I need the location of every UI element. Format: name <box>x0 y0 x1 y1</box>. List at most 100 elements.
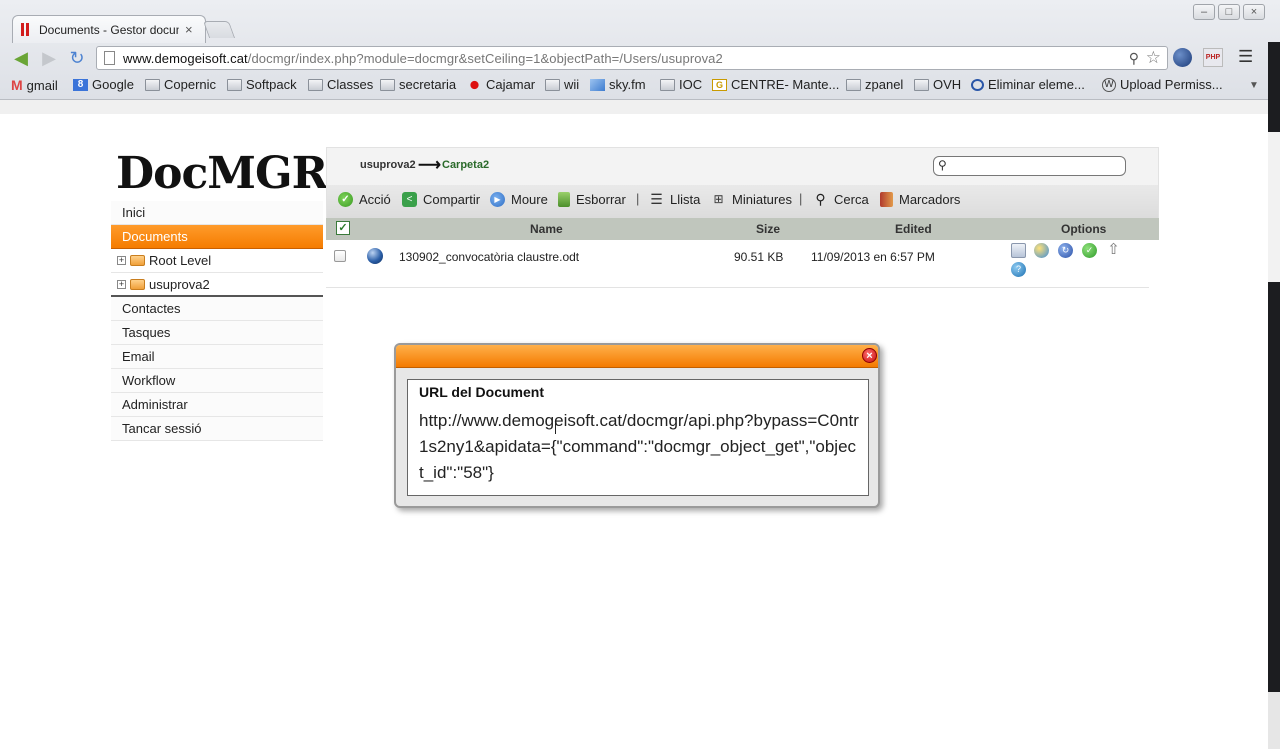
breadcrumb-carpeta2[interactable]: Carpeta2 <box>442 159 489 171</box>
tab-close-icon[interactable]: × <box>185 22 193 37</box>
folder-icon <box>380 78 395 91</box>
tree-item-root-level[interactable]: + Root Level <box>111 249 323 273</box>
new-tab-button[interactable] <box>202 21 236 38</box>
sidebar-item-inici[interactable]: Inici <box>111 201 323 225</box>
sky-icon <box>590 78 605 91</box>
centre-icon: G <box>712 78 727 91</box>
bookmark-skyfm[interactable]: sky.fm <box>590 77 646 92</box>
bookmark-softpack[interactable]: Softpack <box>227 77 297 92</box>
expand-icon[interactable]: + <box>117 256 126 265</box>
desktop-edge <box>1268 42 1280 749</box>
search-box[interactable]: ⚲ <box>933 156 1126 176</box>
column-name[interactable]: Name <box>530 222 563 236</box>
folder-icon <box>660 78 675 91</box>
bookmark-ioc[interactable]: IOC <box>660 77 702 92</box>
address-bar[interactable]: www.demogeisoft.cat/docmgr/index.php?mod… <box>96 46 1168 70</box>
marcadors-button[interactable]: Marcadors <box>880 192 960 207</box>
search-input[interactable] <box>952 159 1120 173</box>
cerca-button[interactable]: ⚲ Cerca <box>813 192 868 208</box>
bookmark-ovh[interactable]: OVH <box>914 77 961 92</box>
bookmark-zpanel[interactable]: zpanel <box>846 77 903 92</box>
moure-button[interactable]: ▶ Moure <box>490 192 548 207</box>
tree-item-label: usuprova2 <box>149 276 210 292</box>
action-toolbar: ✓ Acció < Compartir ▶ Moure Esborrar | ☰ Lli… <box>326 185 1159 218</box>
back-arrow-icon[interactable]: ◀ <box>10 47 32 69</box>
bookmark-secretaria[interactable]: secretaria <box>380 77 456 92</box>
accio-button[interactable]: ✓ Acció <box>338 192 391 207</box>
approve-icon[interactable]: ✓ <box>1082 243 1097 258</box>
bookmarks-overflow-chevron-icon[interactable]: ▼ <box>1249 80 1259 91</box>
info-icon[interactable]: ? <box>1011 262 1026 277</box>
tree-item-usuprova2[interactable]: + usuprova2 <box>111 273 323 297</box>
docmgr-logo: DocMGR <box>116 148 328 199</box>
folder-icon <box>130 278 145 290</box>
marcadors-label: Marcadors <box>899 192 961 207</box>
view-icon[interactable] <box>1034 243 1049 258</box>
compartir-button[interactable]: < Compartir <box>402 192 480 207</box>
bookmark-upload[interactable]: W Upload Permiss... <box>1102 77 1223 92</box>
close-window-icon[interactable]: × <box>1243 4 1265 20</box>
bookmark-star-icon[interactable]: ☆ <box>1146 48 1161 68</box>
list-view-icon: ☰ <box>650 191 663 207</box>
breadcrumb-usuprova2[interactable]: usuprova2 <box>360 159 416 171</box>
bookmark-wii[interactable]: wii <box>545 77 579 92</box>
bookmark-cajamar[interactable]: Cajamar <box>467 77 535 92</box>
search-icon: ⚲ <box>938 158 947 172</box>
forward-arrow-icon[interactable]: ▶ <box>38 47 60 69</box>
tab-strip: Documents - Gestor docum × – □ × <box>0 0 1280 43</box>
app-top-bar <box>0 100 1268 114</box>
maximize-window-icon[interactable]: □ <box>1218 4 1240 20</box>
llista-button[interactable]: ☰ Llista <box>649 191 701 208</box>
wordpress-icon: W <box>1102 77 1116 92</box>
select-all-checkbox[interactable]: ✓ <box>336 221 350 235</box>
bookmark-google[interactable]: 8 Google <box>73 77 134 92</box>
miniatures-button[interactable]: ⊞ Miniatures <box>711 192 792 207</box>
folder-icon <box>846 78 861 91</box>
bookmark-copernic[interactable]: Copernic <box>145 77 216 92</box>
php-extension-icon[interactable]: PHP <box>1203 48 1223 67</box>
browser-tab[interactable]: Documents - Gestor docum × <box>12 15 206 43</box>
row-checkbox[interactable] <box>334 250 346 262</box>
bookmarks-bar: Mgmail 8 Google Copernic Softpack Classes… <box>0 74 1280 98</box>
sidebar-item-tancar-sessio[interactable]: Tancar sessió <box>111 417 323 441</box>
sidebar-item-documents[interactable]: Documents <box>111 225 323 249</box>
file-name[interactable]: 130902_convocatòria claustre.odt <box>399 250 579 264</box>
dialog-title-bar[interactable] <box>396 345 878 368</box>
column-edited[interactable]: Edited <box>895 222 932 236</box>
check-circle-icon: ✓ <box>338 192 353 207</box>
properties-icon[interactable] <box>1011 243 1026 258</box>
zoom-icon[interactable]: ⚲ <box>1129 50 1139 67</box>
text-cursor-icon <box>555 420 557 434</box>
up-arrow-icon[interactable]: ⇧ <box>1106 242 1121 258</box>
minimize-window-icon[interactable]: – <box>1193 4 1215 20</box>
globe-extension-icon[interactable] <box>1173 48 1192 67</box>
llista-label: Llista <box>670 192 701 207</box>
bookmark-gmail[interactable]: Mgmail <box>11 77 58 93</box>
sidebar-item-workflow[interactable]: Workflow <box>111 369 323 393</box>
bookmark-eliminar[interactable]: Eliminar eleme... <box>971 77 1085 92</box>
sidebar-item-administrar[interactable]: Administrar <box>111 393 323 417</box>
browser-menu-icon[interactable]: ☰ <box>1238 47 1253 67</box>
share-icon: < <box>402 192 417 207</box>
esborrar-button[interactable]: Esborrar <box>558 192 626 207</box>
document-url-text[interactable]: http://www.demogeisoft.cat/docmgr/api.ph… <box>419 408 859 486</box>
sidebar-item-contactes[interactable]: Contactes <box>111 297 323 321</box>
reload-icon[interactable]: ↻ <box>66 47 88 69</box>
close-icon[interactable]: × <box>862 348 877 363</box>
breadcrumb: usuprova2 ⟶ Carpeta2 ⚲ <box>326 147 1159 185</box>
sidebar-item-email[interactable]: Email <box>111 345 323 369</box>
column-size[interactable]: Size <box>756 222 780 236</box>
url-text[interactable]: www.demogeisoft.cat/docmgr/index.php?mod… <box>123 51 723 66</box>
table-row[interactable]: 130902_convocatòria claustre.odt 90.51 K… <box>326 240 1149 288</box>
expand-icon[interactable]: + <box>117 279 126 289</box>
bookmark-classes[interactable]: Classes <box>308 77 373 92</box>
tab-title: Documents - Gestor docum <box>39 22 179 37</box>
dialog-body: URL del Document http://www.demogeisoft.… <box>407 379 869 496</box>
sidebar-item-tasques[interactable]: Tasques <box>111 321 323 345</box>
bookmark-centre[interactable]: G CENTRE- Mante... <box>712 77 839 92</box>
refresh-icon[interactable]: ↻ <box>1058 243 1073 258</box>
gmail-icon: M <box>11 77 23 93</box>
thumbnail-grid-icon: ⊞ <box>713 192 724 206</box>
page-icon <box>104 51 115 65</box>
separator: | <box>799 191 803 206</box>
